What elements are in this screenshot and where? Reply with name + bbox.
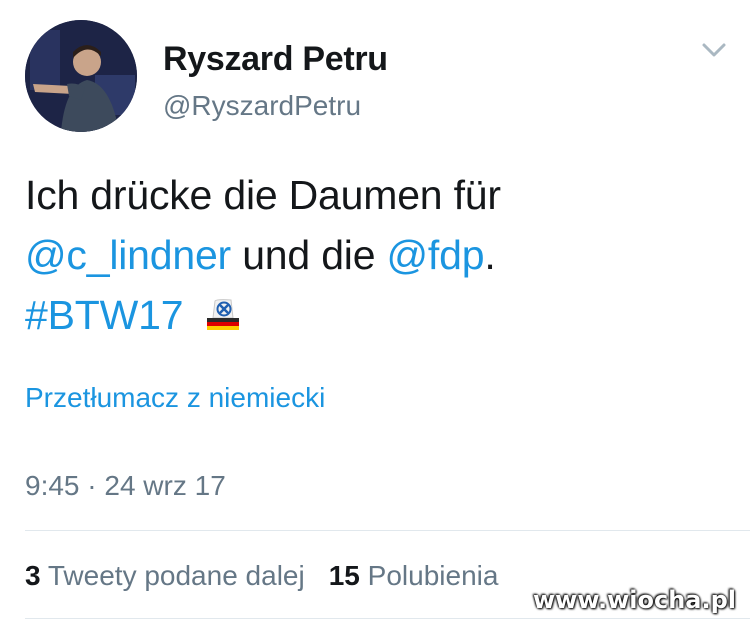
likes-stat[interactable]: 15 Polubienia bbox=[329, 560, 499, 591]
watermark: www.wiocha.pl bbox=[532, 586, 736, 614]
divider bbox=[25, 530, 750, 531]
tweet-text-end: . bbox=[484, 232, 496, 278]
translate-link[interactable]: Przetłumacz z niemiecki bbox=[25, 382, 325, 414]
mention-link-c-lindner[interactable]: @c_lindner bbox=[25, 232, 231, 278]
tweet-timestamp[interactable]: 9:45 · 24 wrz 17 bbox=[25, 470, 226, 502]
ballot-box-with-german-flag-icon bbox=[206, 299, 239, 330]
divider bbox=[25, 618, 750, 619]
mention-link-fdp[interactable]: @fdp bbox=[387, 232, 485, 278]
retweets-count: 3 bbox=[25, 560, 41, 591]
hashtag-link[interactable]: #BTW17 bbox=[25, 292, 183, 338]
likes-count: 15 bbox=[328, 560, 360, 591]
tweet-text-mid: und die bbox=[231, 232, 387, 278]
avatar-photo bbox=[25, 20, 137, 132]
tweet-text: Ich drücke die Daumen für @c_lindner und… bbox=[25, 165, 725, 345]
avatar[interactable] bbox=[25, 20, 137, 132]
likes-label: Polubienia bbox=[367, 560, 499, 591]
chevron-down-icon[interactable] bbox=[700, 40, 728, 60]
tweet-text-line1: Ich drücke die Daumen für bbox=[25, 172, 501, 218]
retweets-label: Tweety podane dalej bbox=[47, 560, 305, 591]
tweet-stats: 3 Tweety podane dalej 15 Polubienia bbox=[25, 560, 498, 592]
user-handle[interactable]: @RyszardPetru bbox=[163, 90, 361, 122]
user-display-name[interactable]: Ryszard Petru bbox=[163, 40, 388, 79]
retweets-stat[interactable]: 3 Tweety podane dalej bbox=[25, 560, 305, 591]
